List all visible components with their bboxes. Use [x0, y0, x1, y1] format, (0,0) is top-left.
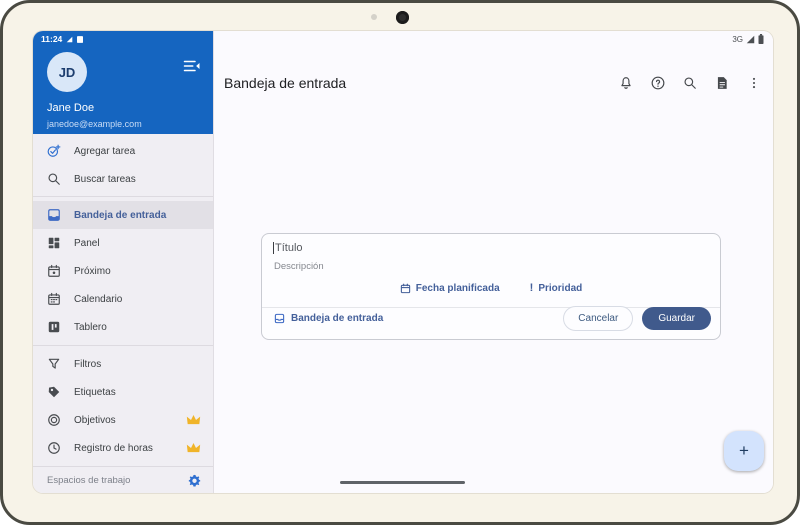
collapse-drawer-icon[interactable] [183, 59, 201, 73]
sidebar-actions-section: Agregar tarea Buscar tareas [33, 134, 213, 196]
sidebar-item-search-tasks[interactable]: Buscar tareas [33, 165, 213, 193]
camera-sensor-dot [371, 14, 377, 20]
signal-icon [746, 35, 755, 43]
inbox-icon [274, 313, 285, 324]
sidebar-item-calendar[interactable]: Calendario [33, 285, 213, 313]
filter-icon [48, 358, 60, 369]
calendar-icon [48, 292, 60, 305]
sidebar-item-label: Filtros [74, 358, 102, 370]
add-task-fab[interactable]: + [724, 431, 764, 471]
battery-icon [758, 34, 764, 44]
notes-icon[interactable] [715, 76, 729, 90]
search-icon[interactable] [683, 76, 697, 90]
sidebar-item-filters[interactable]: Filtros [33, 350, 213, 378]
task-card-footer: Bandeja de entrada Cancelar Guardar [274, 306, 711, 331]
plus-icon: + [739, 441, 749, 460]
sidebar-item-labels[interactable]: Etiquetas [33, 378, 213, 406]
project-selector[interactable]: Bandeja de entrada [274, 313, 383, 324]
task-option-chips: Fecha planificada ! Prioridad [262, 282, 720, 294]
main-header: Bandeja de entrada [224, 75, 761, 91]
new-task-card: Título Descripción Fecha planificada ! P… [261, 233, 721, 340]
sidebar-item-label: Buscar tareas [74, 173, 136, 185]
board-icon [48, 321, 60, 333]
sidebar-item-add-task[interactable]: Agregar tarea [33, 137, 213, 165]
sidebar-item-label: Bandeja de entrada [74, 209, 167, 221]
network-status-icon [66, 36, 73, 42]
sidebar-item-inbox[interactable]: Bandeja de entrada [33, 201, 213, 230]
sidebar-item-label: Próximo [74, 265, 111, 277]
sidebar-item-dashboard[interactable]: Panel [33, 229, 213, 257]
priority-chip[interactable]: ! Prioridad [530, 282, 583, 294]
sidebar-item-label: Calendario [74, 293, 123, 305]
task-title-input[interactable]: Título [273, 242, 303, 254]
sidebar-item-time-log[interactable]: Registro de horas [33, 434, 213, 462]
avatar[interactable]: JD [47, 52, 87, 92]
page-title: Bandeja de entrada [224, 75, 347, 91]
avatar-initials: JD [58, 64, 76, 80]
sidebar-item-label: Objetivos [74, 414, 116, 426]
sidebar-tools-section: Filtros Etiquetas Objetivos Registro de … [33, 346, 213, 466]
priority-icon: ! [529, 282, 534, 294]
main-content: 3G Bandeja de entrada Título Descripción… [214, 31, 773, 493]
dashboard-icon [48, 237, 60, 249]
gear-icon[interactable] [188, 474, 201, 487]
sidebar-item-upcoming[interactable]: Próximo [33, 257, 213, 285]
task-title-placeholder: Título [275, 242, 303, 254]
task-description-input[interactable]: Descripción [274, 261, 324, 272]
due-date-chip-label: Fecha planificada [415, 282, 500, 294]
sidebar-item-board[interactable]: Tablero [33, 313, 213, 341]
inbox-icon [48, 209, 60, 221]
sidebar-item-label: Tablero [74, 321, 107, 333]
save-button[interactable]: Guardar [642, 307, 711, 330]
app-screen: 11:24 JD Jane Doe janedoe@example.com Ag… [33, 31, 773, 493]
workspaces-row[interactable]: Espacios de trabajo [33, 467, 213, 493]
sidebar-footer: Espacios de trabajo [33, 466, 213, 493]
help-icon[interactable] [651, 76, 665, 90]
sidebar-nav-section: Bandeja de entrada Panel Próximo Calenda… [33, 197, 213, 345]
network-type: 3G [732, 34, 743, 44]
sidebar-item-label: Etiquetas [74, 386, 116, 398]
time-log-icon [48, 442, 60, 454]
calendar-icon [400, 283, 410, 293]
priority-chip-label: Prioridad [538, 282, 583, 294]
gesture-navigation-bar[interactable] [340, 481, 465, 484]
header-icons [619, 76, 761, 90]
status-bar-right: 3G [732, 34, 764, 44]
sidebar: 11:24 JD Jane Doe janedoe@example.com Ag… [33, 31, 214, 493]
sidebar-item-goals[interactable]: Objetivos [33, 406, 213, 434]
project-selector-label: Bandeja de entrada [291, 313, 384, 324]
tablet-frame: 11:24 JD Jane Doe janedoe@example.com Ag… [0, 0, 800, 525]
user-email: janedoe@example.com [47, 119, 142, 129]
sidebar-item-label: Agregar tarea [74, 145, 136, 157]
sidebar-header: 11:24 JD Jane Doe janedoe@example.com [33, 31, 213, 135]
sidebar-item-label: Registro de horas [74, 442, 153, 454]
goals-icon [48, 414, 60, 426]
status-bar-left: 11:24 [33, 31, 213, 44]
add-task-icon [47, 144, 61, 157]
due-date-chip[interactable]: Fecha planificada [400, 282, 500, 294]
task-description-placeholder: Descripción [274, 261, 324, 272]
cancel-button[interactable]: Cancelar [563, 306, 634, 331]
more-options-icon[interactable] [747, 76, 761, 90]
notifications-icon[interactable] [619, 76, 633, 90]
workspaces-label: Espacios de trabajo [47, 474, 131, 486]
upcoming-icon [48, 264, 60, 277]
premium-crown-icon [186, 415, 201, 425]
premium-crown-icon [186, 443, 201, 453]
text-caret [273, 242, 274, 254]
search-icon [48, 173, 60, 185]
status-time: 11:24 [41, 34, 63, 44]
sidebar-item-label: Panel [74, 237, 100, 249]
user-name: Jane Doe [47, 102, 95, 114]
front-camera [396, 11, 409, 24]
notification-status-icon [77, 35, 84, 43]
label-icon [48, 386, 60, 398]
